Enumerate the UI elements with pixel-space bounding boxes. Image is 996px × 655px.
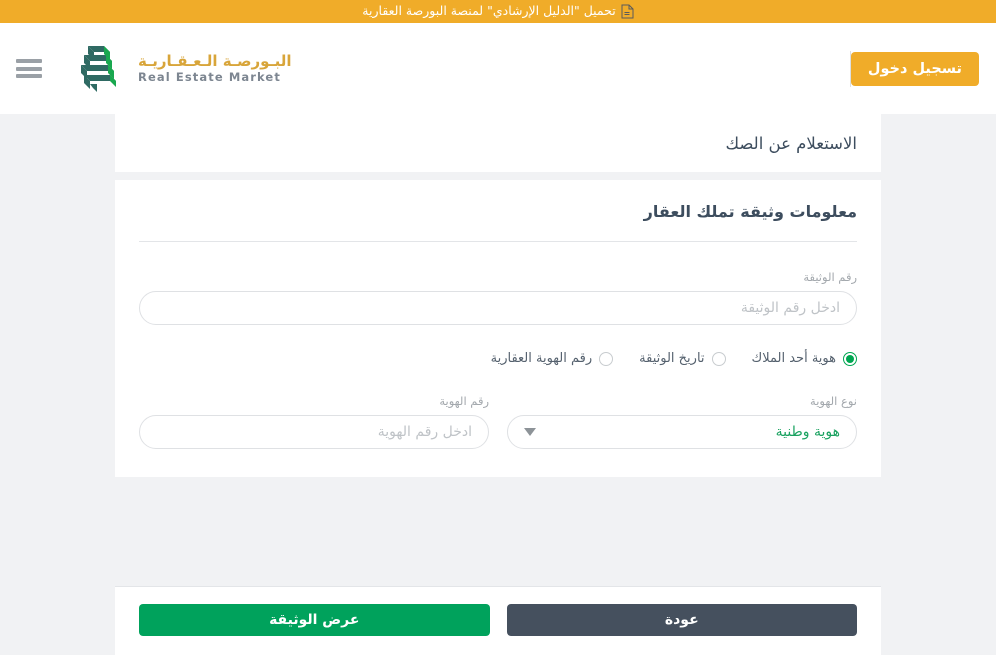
- radio-real-estate-id[interactable]: رقم الهوية العقارية: [491, 351, 614, 366]
- id-type-group: نوع الهوية هوية وطنية: [507, 394, 857, 449]
- brand-name-english: Real Estate Market: [138, 69, 281, 84]
- section-title: معلومات وثيقة تملك العقار: [643, 202, 857, 221]
- back-button[interactable]: عودة: [506, 604, 857, 636]
- radio-document-date-label: تاريخ الوثيقة: [639, 351, 705, 366]
- site-header: البـورصـة الـعـقـاريـة Real Estate Marke…: [0, 23, 996, 114]
- document-download-icon: [621, 4, 634, 19]
- hamburger-bar: [16, 66, 42, 71]
- search-by-radio-group: هوية أحد الملاك تاريخ الوثيقة رقم الهوية…: [139, 351, 857, 366]
- radio-real-estate-id-label: رقم الهوية العقارية: [490, 351, 593, 366]
- document-number-label: رقم الوثيقة: [803, 270, 857, 284]
- announcement-banner-text: تحميل "الدليل الإرشادي" لمنصة البورصة ال…: [362, 3, 616, 19]
- id-type-selected-value: هوية وطنية: [775, 424, 840, 440]
- radio-selected-icon: [843, 351, 857, 366]
- brand-text: البـورصـة الـعـقـاريـة Real Estate Marke…: [138, 52, 292, 84]
- hamburger-menu-icon[interactable]: [16, 59, 42, 78]
- chevron-down-icon: [524, 428, 536, 436]
- view-document-button[interactable]: عرض الوثيقة: [139, 604, 490, 636]
- id-type-select[interactable]: هوية وطنية: [507, 415, 857, 449]
- id-number-group: رقم الهوية: [139, 394, 489, 449]
- radio-document-date[interactable]: تاريخ الوثيقة: [639, 351, 726, 366]
- brand-name-arabic: البـورصـة الـعـقـاريـة: [138, 52, 292, 71]
- id-number-input[interactable]: [139, 415, 489, 449]
- page-title: الاستعلام عن الصك: [725, 133, 857, 153]
- form-actions-bar: عودة عرض الوثيقة: [115, 586, 881, 655]
- brand-area[interactable]: البـورصـة الـعـقـاريـة Real Estate Marke…: [16, 44, 292, 94]
- hamburger-bar: [16, 74, 42, 78]
- login-button[interactable]: تسجيل دخول: [850, 51, 979, 86]
- document-number-group: رقم الوثيقة: [139, 270, 857, 325]
- saudi-map-layers-logo: [70, 44, 124, 94]
- page-body: الاستعلام عن الصك معلومات وثيقة تملك الع…: [0, 114, 996, 655]
- radio-owner-identity[interactable]: هوية أحد الملاك: [752, 351, 857, 366]
- page-title-card: الاستعلام عن الصك: [115, 114, 881, 172]
- id-number-label: رقم الهوية: [439, 394, 489, 408]
- page-title-bar: الاستعلام عن الصك: [115, 114, 881, 172]
- radio-unselected-icon: [599, 351, 614, 366]
- announcement-banner[interactable]: تحميل "الدليل الإرشادي" لمنصة البورصة ال…: [0, 0, 996, 23]
- document-number-input[interactable]: [139, 291, 857, 325]
- header-divider: [849, 50, 851, 87]
- radio-owner-identity-label: هوية أحد الملاك: [751, 351, 836, 366]
- hamburger-bar: [16, 59, 42, 63]
- form-actions-row: عودة عرض الوثيقة: [139, 604, 857, 636]
- identity-fields-row: نوع الهوية هوية وطنية رقم الهوية: [139, 394, 857, 449]
- radio-unselected-icon: [711, 351, 726, 366]
- header-actions: تسجيل دخول: [794, 50, 979, 87]
- deed-inquiry-form-card: معلومات وثيقة تملك العقار رقم الوثيقة هو…: [115, 180, 881, 477]
- section-divider: [139, 241, 857, 242]
- card-spacer: [0, 172, 996, 180]
- id-type-label: نوع الهوية: [810, 394, 857, 408]
